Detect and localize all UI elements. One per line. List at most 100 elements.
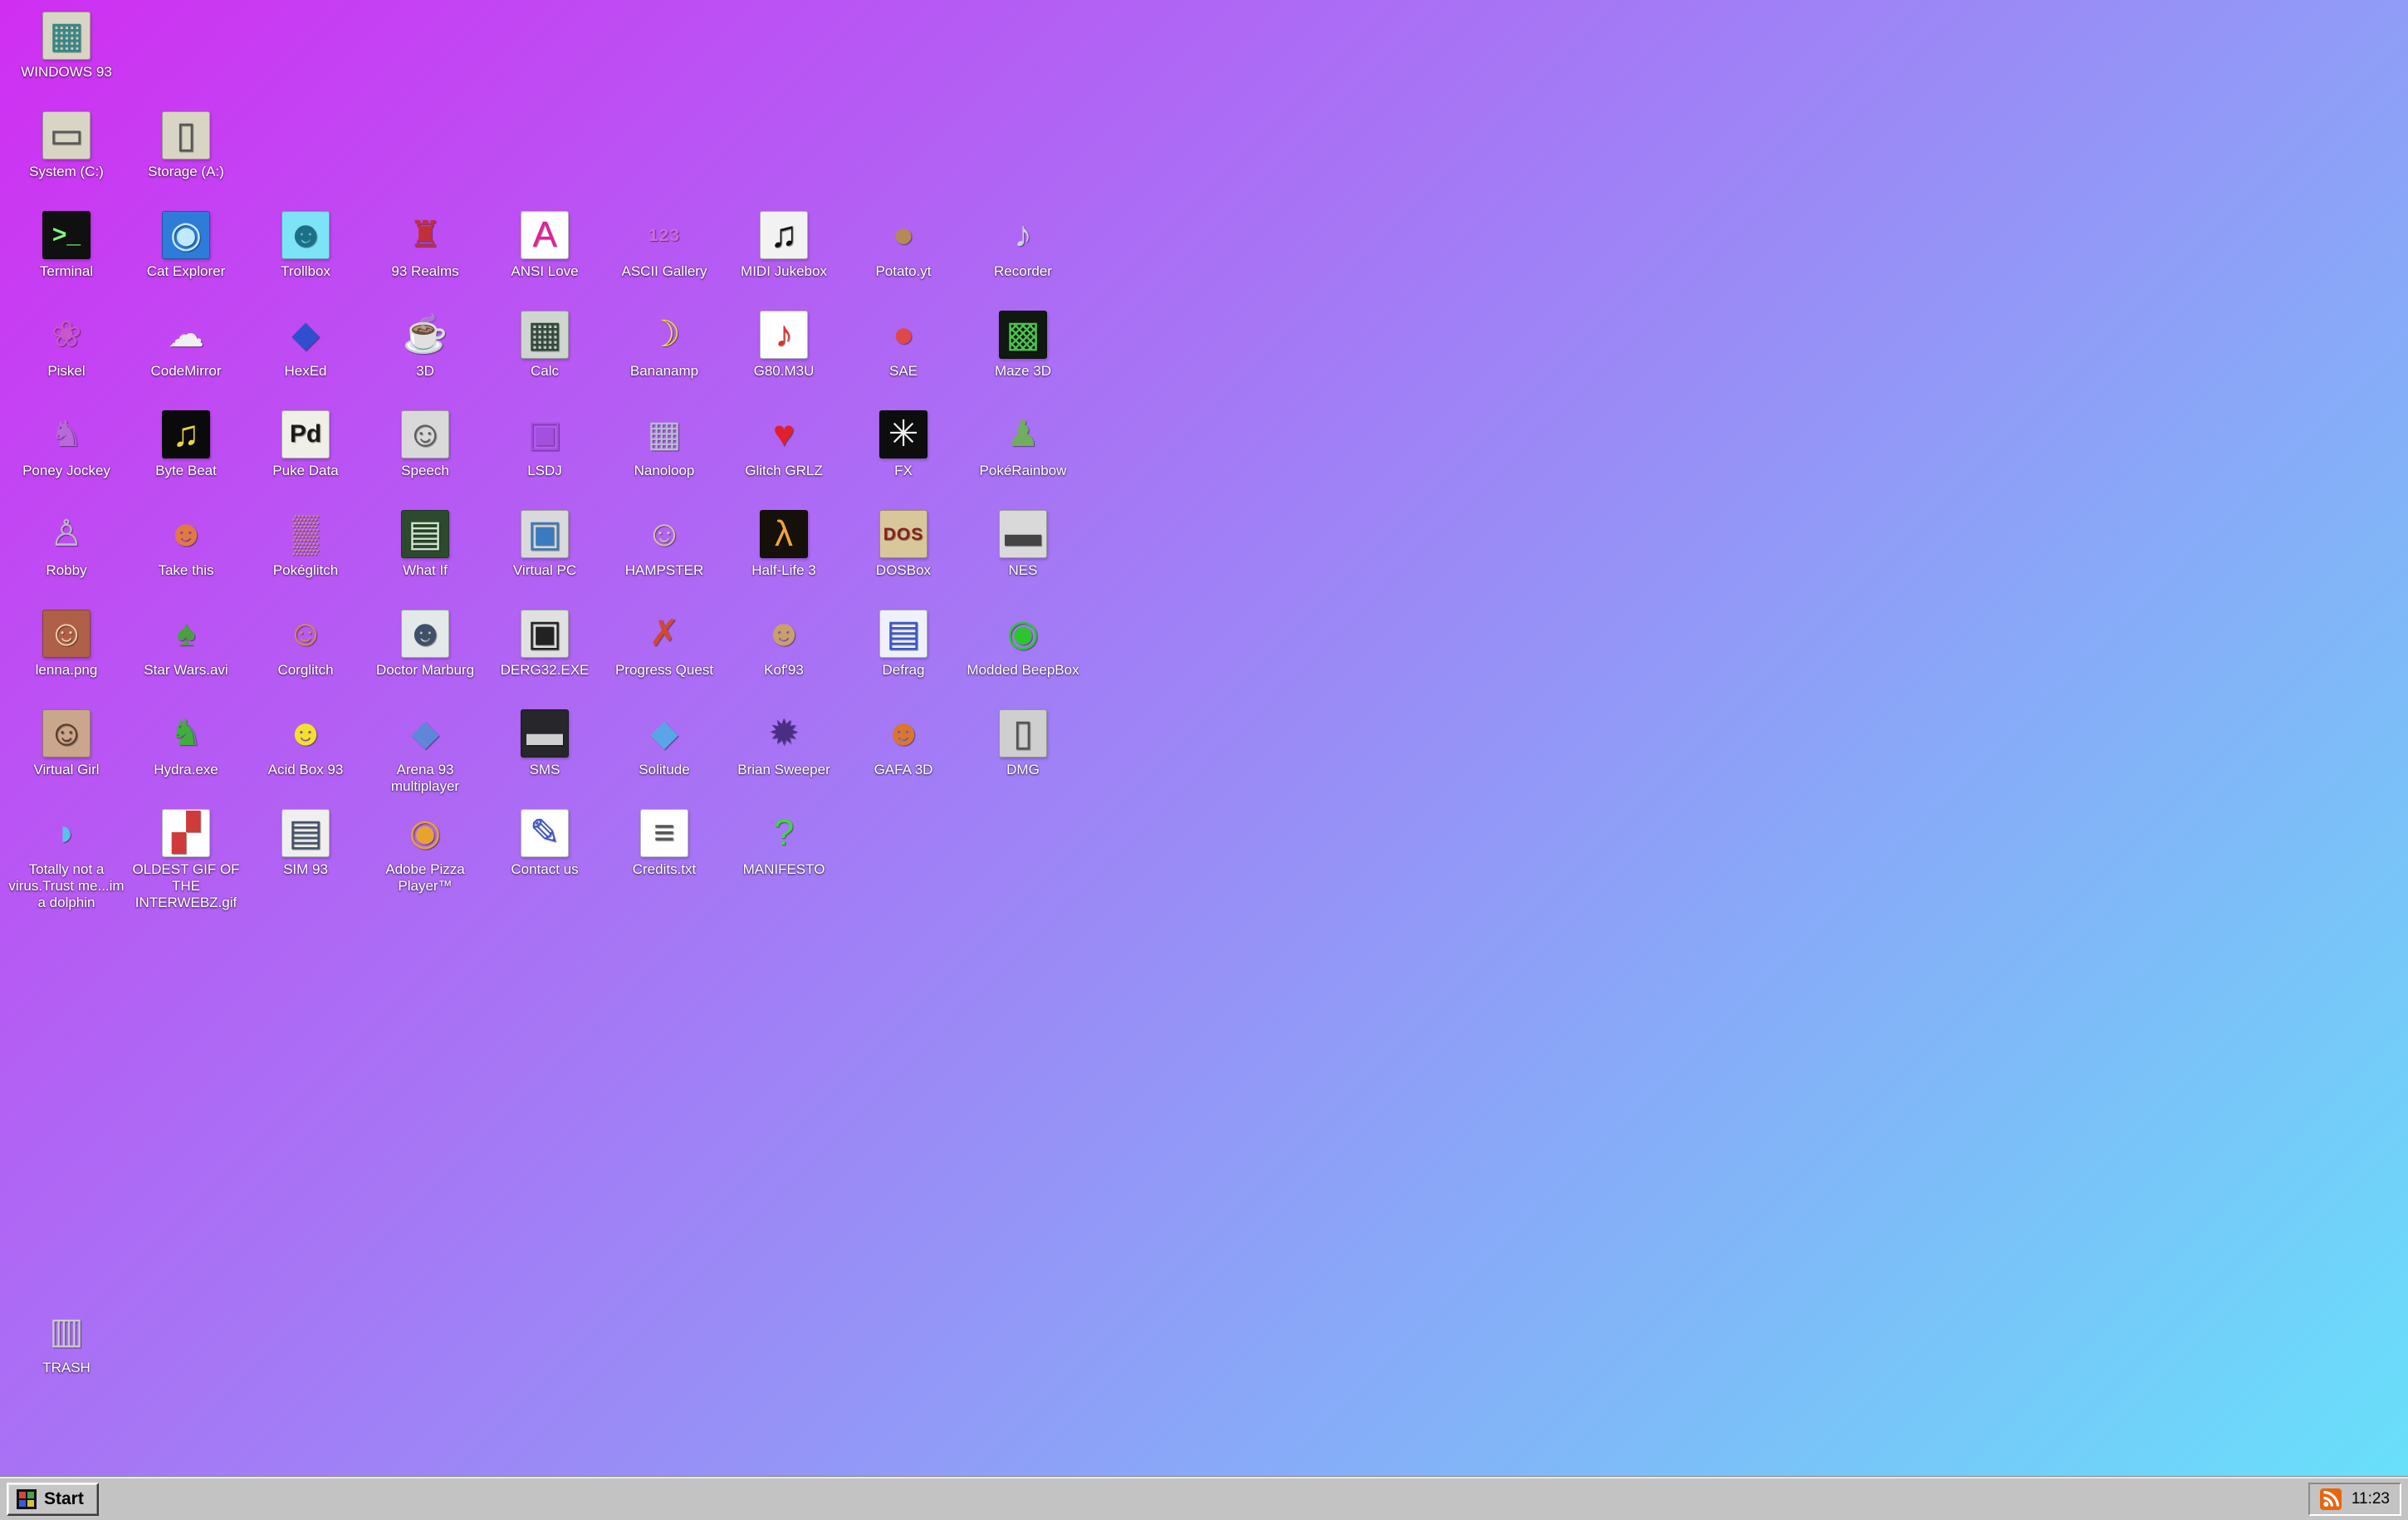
desktop-icon-trollbox[interactable]: ☻Trollbox <box>246 211 365 280</box>
glitch-grlz-icon: ♥ <box>760 410 808 458</box>
star-wars-avi-icon: ♠ <box>162 610 210 658</box>
system-tray: 11:23 <box>2308 1483 2401 1516</box>
desktop-icon-glitch-grlz[interactable]: ♥Glitch GRLZ <box>724 410 844 479</box>
desktop-icon-half-life-3[interactable]: λHalf-Life 3 <box>724 510 844 579</box>
icon-label: Take this <box>158 562 213 579</box>
desktop-icon-storage-a[interactable]: ▯ Storage (A:) <box>126 111 246 180</box>
desktop-icon-piskel[interactable]: ❀Piskel <box>7 311 126 380</box>
desktop-icon-progress-quest[interactable]: ✗Progress Quest <box>604 610 724 679</box>
desktop-icon-calc[interactable]: ▦Calc <box>485 311 604 380</box>
desktop-icon-recorder[interactable]: ♪Recorder <box>963 211 1083 280</box>
rss-icon[interactable] <box>2320 1488 2342 1510</box>
desktop-icon-acid-box-93[interactable]: ☻Acid Box 93 <box>246 709 365 778</box>
desktop-icon-speech[interactable]: ☺Speech <box>365 410 485 479</box>
desktop-icon-windows-93[interactable]: ▦WINDOWS 93 <box>7 12 126 81</box>
desktop-icon-terminal[interactable]: >_Terminal <box>7 211 126 280</box>
icon-label: Adobe Pizza Player™ <box>367 861 483 895</box>
desktop-icon-hydra-exe[interactable]: ♞Hydra.exe <box>126 709 246 778</box>
desktop-icon-sms[interactable]: ▬SMS <box>485 709 604 778</box>
desktop-icon-puke-data[interactable]: PdPuke Data <box>246 410 365 479</box>
icon-label: Storage (A:) <box>148 164 224 180</box>
desktop-icon-doctor-marburg[interactable]: ☻Doctor Marburg <box>365 610 485 679</box>
desktop-icon-derg32-exe[interactable]: ▣DERG32.EXE <box>485 610 604 679</box>
desktop-icon-trash[interactable]: ▥TRASH <box>7 1307 126 1376</box>
desktop-icon-poney-jockey[interactable]: ♞Poney Jockey <box>7 410 126 479</box>
icon-label: DERG32.EXE <box>501 662 590 679</box>
desktop-icon-bananamp[interactable]: ☽Bananamp <box>604 311 724 380</box>
desktop-icon-what-if[interactable]: ▤What If <box>365 510 485 579</box>
desktop-icon-pok-rainbow[interactable]: ♟PokéRainbow <box>963 410 1083 479</box>
desktop-icon-contact-us[interactable]: ✎Contact us <box>485 809 604 878</box>
desktop-icon-robby[interactable]: ♙ Robby <box>7 510 126 579</box>
icon-label: FX <box>894 463 913 479</box>
hampster-icon: ☺ <box>640 510 688 558</box>
desktop-icon-dosbox[interactable]: DOSDOSBox <box>844 510 963 579</box>
desktop-icon-byte-beat[interactable]: ♫Byte Beat <box>126 410 246 479</box>
recorder-icon: ♪ <box>999 211 1047 259</box>
desktop-icon-cat-explorer[interactable]: ◉Cat Explorer <box>126 211 246 280</box>
desktop-icon-brian-sweeper[interactable]: ✹Brian Sweeper <box>724 709 844 778</box>
icon-label: Cat Explorer <box>147 263 225 280</box>
desktop-icon-g80-m3u[interactable]: ♪G80.M3U <box>724 311 844 380</box>
93-realms-icon: ♜ <box>401 211 449 259</box>
desktop-icon-modded-beepbox[interactable]: ◉Modded BeepBox <box>963 610 1083 679</box>
desktop-icon-virtual-girl[interactable]: ☺Virtual Girl <box>7 709 126 778</box>
ascii-gallery-icon: 123 <box>640 211 688 259</box>
pok-rainbow-icon: ♟ <box>999 410 1047 458</box>
desktop-icon-hampster[interactable]: ☺HAMPSTER <box>604 510 724 579</box>
desktop-icon-sim-93[interactable]: ▤SIM 93 <box>246 809 365 878</box>
desktop-icon-nanoloop[interactable]: ▦Nanoloop <box>604 410 724 479</box>
desktop-icon-credits-txt[interactable]: ≡Credits.txt <box>604 809 724 878</box>
desktop-icon-virtual-pc[interactable]: ▣Virtual PC <box>485 510 604 579</box>
manifesto-icon: ? <box>760 809 808 857</box>
desktop-icon-3d[interactable]: ☕3D <box>365 311 485 380</box>
desktop-icon-fx[interactable]: ✳FX <box>844 410 963 479</box>
desktop-icon-star-wars-avi[interactable]: ♠Star Wars.avi <box>126 610 246 679</box>
desktop-icon-pok-glitch[interactable]: ▒Pokéglitch <box>246 510 365 579</box>
desktop-icon-codemirror[interactable]: ☁CodeMirror <box>126 311 246 380</box>
icon-label: Potato.yt <box>875 263 931 280</box>
desktop-icon-gafa-3d[interactable]: ☻GAFA 3D <box>844 709 963 778</box>
storage-a-icon: ▯ <box>162 111 210 159</box>
icon-label: Nanoloop <box>634 463 695 479</box>
desktop-icon-potato-yt[interactable]: ●Potato.yt <box>844 211 963 280</box>
icon-label: WINDOWS 93 <box>21 64 112 81</box>
desktop-icon-corglitch[interactable]: ☺Corglitch <box>246 610 365 679</box>
icon-label: Arena 93 multiplayer <box>367 762 483 795</box>
desktop-icon-arena-93-multiplayer[interactable]: ◆Arena 93 multiplayer <box>365 709 485 795</box>
desktop-icon-oldest-gif-of-the-interwebz-gif[interactable]: ▞OLDEST GIF OF THE INTERWEBZ.gif <box>126 809 246 911</box>
desktop-icon-maze-3d[interactable]: ▩Maze 3D <box>963 311 1083 380</box>
desktop-icon-system-c[interactable]: ▭System (C:) <box>7 111 126 180</box>
lenna-png-icon: ☺ <box>42 610 91 658</box>
puke-data-icon: Pd <box>281 410 330 458</box>
icon-label: Speech <box>401 463 449 479</box>
desktop-icon-totally-not-a-virus-trust-me-im-a-dolphin[interactable]: ◗Totally not a virus.Trust me...im a dol… <box>7 809 126 911</box>
desktop-icon-adobe-pizza-player[interactable]: ◉Adobe Pizza Player™ <box>365 809 485 895</box>
pok-glitch-icon: ▒ <box>281 510 330 558</box>
icon-label: GAFA 3D <box>874 762 933 778</box>
desktop-icon-nes[interactable]: ▬NES <box>963 510 1083 579</box>
desktop-icon-hexed[interactable]: ◆HexEd <box>246 311 365 380</box>
icon-label: MIDI Jukebox <box>741 263 827 280</box>
desktop-icon-lsdj[interactable]: ▣LSDJ <box>485 410 604 479</box>
desktop-icon-kof-93[interactable]: ☻Kof'93 <box>724 610 844 679</box>
icon-label: Terminal <box>40 263 93 280</box>
desktop-icon-ansi-love[interactable]: AANSI Love <box>485 211 604 280</box>
desktop-icon-sae[interactable]: ●SAE <box>844 311 963 380</box>
desktop-icon-defrag[interactable]: ▤Defrag <box>844 610 963 679</box>
icon-label: Robby <box>46 562 86 579</box>
desktop-icon-take-this[interactable]: ☻Take this <box>126 510 246 579</box>
desktop-icon-ascii-gallery[interactable]: 123ASCII Gallery <box>604 211 724 280</box>
desktop-icon-dmg[interactable]: ▯DMG <box>963 709 1083 778</box>
rss-bg <box>2320 1488 2342 1510</box>
robby-icon: ♙ <box>42 510 91 558</box>
desktop-icon-lenna-png[interactable]: ☺lenna.png <box>7 610 126 679</box>
desktop-icon-93-realms[interactable]: ♜93 Realms <box>365 211 485 280</box>
desktop-icon-midi-jukebox[interactable]: ♫MIDI Jukebox <box>724 211 844 280</box>
icon-label: Calc <box>531 363 559 380</box>
desktop-icon-solitude[interactable]: ◆Solitude <box>604 709 724 778</box>
icon-label: SMS <box>530 762 560 778</box>
desktop-icon-manifesto[interactable]: ?MANIFESTO <box>724 809 844 878</box>
start-button[interactable]: Start <box>7 1483 99 1516</box>
poney-jockey-icon: ♞ <box>42 410 91 458</box>
